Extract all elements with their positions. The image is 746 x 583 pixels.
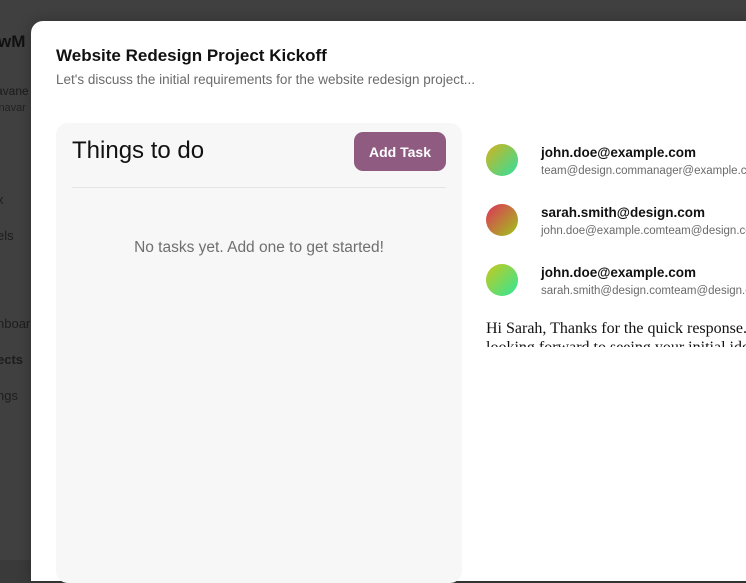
message-sender: sarah.smith@design.com (541, 205, 705, 220)
modal-title: Website Redesign Project Kickoff (56, 46, 327, 65)
message-recipients: team@design.commanager@example.com (541, 165, 746, 177)
background-brand: wM (0, 32, 26, 51)
message-body-line: looking forward to seeing your initial i… (486, 338, 746, 347)
thread-message[interactable]: sarah.smith@design.com john.doe@example.… (486, 199, 746, 239)
add-task-button[interactable]: Add Task (354, 132, 446, 171)
message-body-preview: Hi Sarah, Thanks for the quick response.… (486, 319, 746, 347)
task-panel-title: Things to do (72, 137, 205, 164)
background-user-sub: inavar (0, 102, 26, 114)
background-nav-item-4[interactable]: ects (0, 352, 23, 367)
avatar (486, 144, 518, 176)
avatar (486, 204, 518, 236)
task-divider (72, 187, 446, 188)
message-body-line: Hi Sarah, Thanks for the quick response.… (486, 320, 746, 337)
email-detail-modal: Website Redesign Project Kickoff Let's d… (31, 21, 746, 583)
message-sender: john.doe@example.com (541, 265, 696, 280)
background-nav-item-5[interactable]: ngs (0, 388, 18, 403)
task-panel: Things to do Add Task No tasks yet. Add … (56, 123, 462, 583)
thread-message[interactable]: john.doe@example.com sarah.smith@design.… (486, 259, 746, 299)
background-nav-item-2[interactable]: els (0, 228, 14, 243)
thread-message[interactable]: john.doe@example.com team@design.commana… (486, 139, 746, 179)
message-recipients: john.doe@example.comteam@design.com (541, 225, 746, 237)
message-sender: john.doe@example.com (541, 145, 696, 160)
avatar (486, 264, 518, 296)
background-nav-item-3[interactable]: nboar (0, 316, 30, 331)
message-recipients: sarah.smith@design.comteam@design.com (541, 285, 746, 297)
task-empty-message: No tasks yet. Add one to get started! (134, 239, 384, 256)
background-user-name: avane (0, 84, 29, 98)
modal-subtitle: Let's discuss the initial requirements f… (56, 72, 476, 87)
background-nav-item-1[interactable]: x (0, 192, 4, 207)
